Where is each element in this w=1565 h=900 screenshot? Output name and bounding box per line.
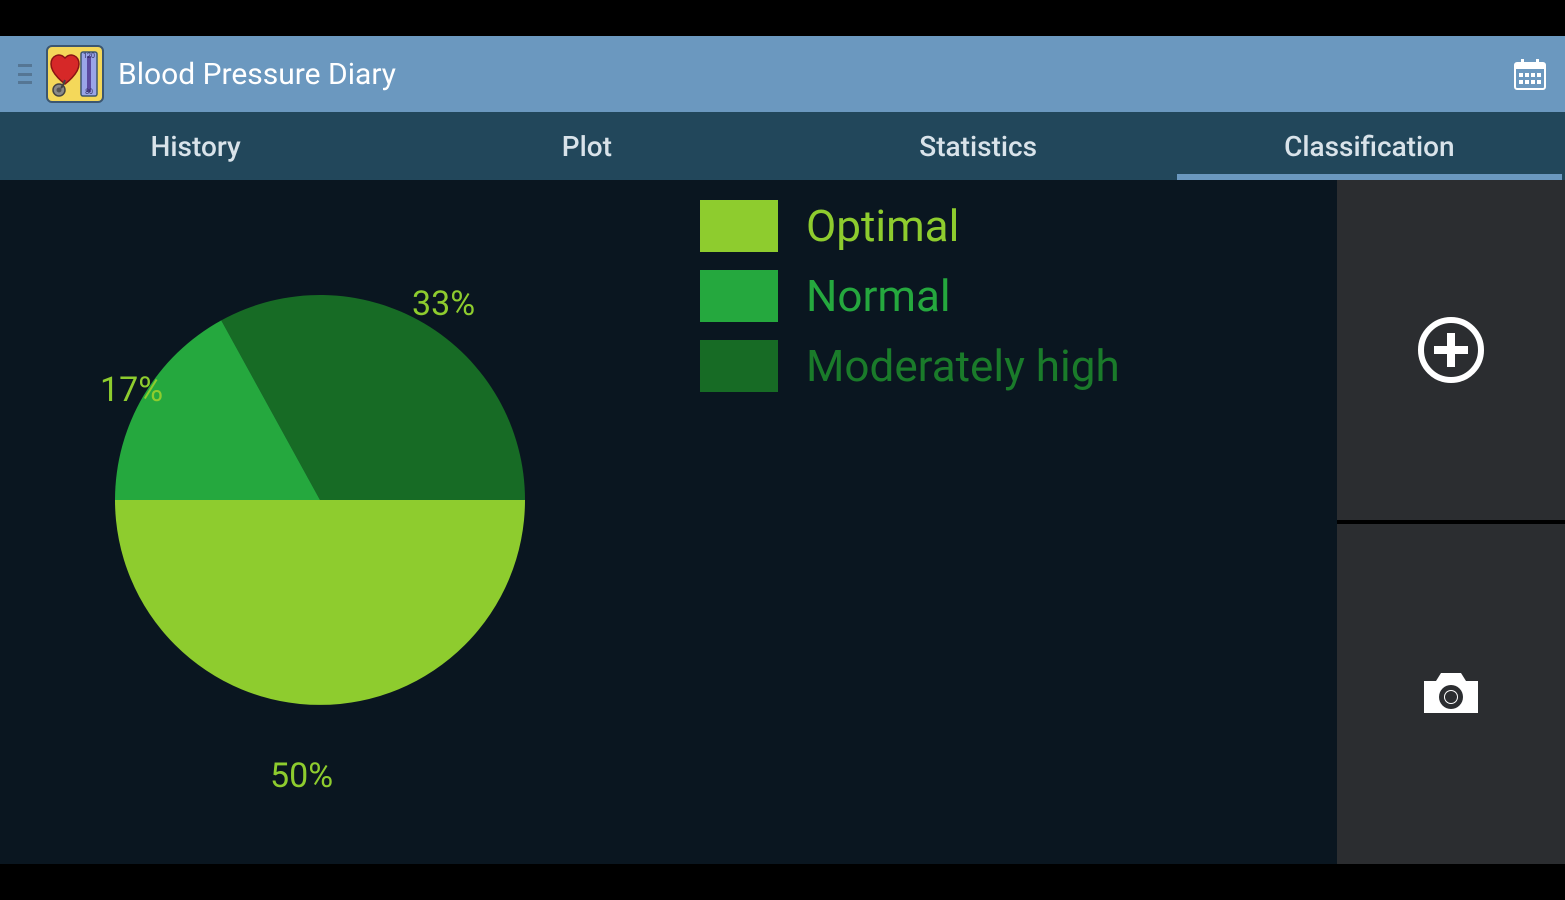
pie-slice-optimal [115, 500, 525, 705]
camera-button[interactable] [1337, 524, 1565, 864]
pie-label-modhigh: 33% [412, 284, 475, 324]
menu-icon[interactable] [18, 64, 32, 84]
tab-statistics[interactable]: Statistics [783, 112, 1174, 180]
legend-label-modhigh: Moderately high [806, 340, 1120, 392]
legend-item-normal: Normal [700, 270, 1120, 322]
legend-swatch-optimal [700, 200, 778, 252]
camera-icon [1412, 655, 1490, 733]
calendar-icon[interactable] [1513, 57, 1547, 91]
tab-bar: History Plot Statistics Classification [0, 112, 1565, 180]
legend-item-optimal: Optimal [700, 200, 1120, 252]
pie-label-optimal: 50% [270, 756, 333, 796]
pie-chart: 33% 17% 50% [100, 240, 540, 800]
legend-label-optimal: Optimal [806, 200, 959, 252]
add-entry-button[interactable] [1337, 180, 1565, 520]
tab-plot[interactable]: Plot [391, 112, 782, 180]
logo-top-value: 120 [83, 52, 95, 60]
tab-classification[interactable]: Classification [1174, 112, 1565, 180]
logo-bottom-value: 80 [85, 88, 93, 96]
tab-history[interactable]: History [0, 112, 391, 180]
app-frame: 120 80 Blood Pressure Diary History Plot… [0, 36, 1565, 864]
legend-label-normal: Normal [806, 270, 951, 322]
legend-swatch-normal [700, 270, 778, 322]
main-content: 33% 17% 50% Optimal Normal Moderately hi… [0, 180, 1337, 864]
side-action-bar [1337, 180, 1565, 864]
legend-swatch-modhigh [700, 340, 778, 392]
app-logo-icon: 120 80 [46, 45, 104, 103]
legend-item-modhigh: Moderately high [700, 340, 1120, 392]
app-header: 120 80 Blood Pressure Diary [0, 36, 1565, 112]
pie-label-normal: 17% [100, 370, 163, 410]
plus-circle-icon [1412, 311, 1490, 389]
legend: Optimal Normal Moderately high [700, 200, 1120, 392]
app-title: Blood Pressure Diary [118, 57, 396, 92]
